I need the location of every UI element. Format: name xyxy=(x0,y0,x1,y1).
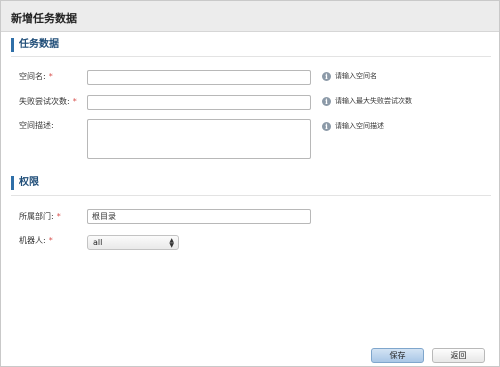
section-title-permission: 权限 xyxy=(11,176,39,190)
max-failures-hint: i 请输入最大失败尝试次数 xyxy=(322,96,412,106)
robot-select-value: all xyxy=(93,238,103,247)
dialog-frame: 新增任务数据 任务数据 空间名: * i 请输入空间名 失败尝试次数: * i 请输入最… xyxy=(0,0,500,367)
section-divider xyxy=(11,195,491,196)
info-icon: i xyxy=(322,72,331,81)
dialog-title: 新增任务数据 xyxy=(11,12,77,25)
space-desc-textarea[interactable] xyxy=(87,119,311,159)
space-name-input[interactable] xyxy=(87,70,311,85)
space-name-hint: i 请输入空间名 xyxy=(322,71,377,81)
department-label: 所属部门: * xyxy=(19,212,61,221)
space-desc-label: 空间描述: xyxy=(19,121,54,130)
required-marker: * xyxy=(48,236,53,245)
robot-select[interactable]: all ▲ ▼ xyxy=(87,235,179,250)
max-failures-input[interactable] xyxy=(87,95,311,110)
required-marker: * xyxy=(56,212,61,221)
back-button[interactable]: 返回 xyxy=(432,348,485,363)
info-icon: i xyxy=(322,122,331,131)
dialog-header: 新增任务数据 xyxy=(1,1,499,32)
section-title-task: 任务数据 xyxy=(11,38,59,52)
save-button[interactable]: 保存 xyxy=(371,348,424,363)
info-icon: i xyxy=(322,97,331,106)
space-name-label: 空间名: * xyxy=(19,72,53,81)
max-failures-label: 失败尝试次数: * xyxy=(19,97,77,106)
space-desc-hint: i 请输入空间描述 xyxy=(322,121,384,131)
section-divider xyxy=(11,56,491,57)
required-marker: * xyxy=(72,97,77,106)
chevron-updown-icon: ▲ ▼ xyxy=(169,237,174,249)
department-input[interactable] xyxy=(87,209,311,224)
required-marker: * xyxy=(48,72,53,81)
robot-label: 机器人: * xyxy=(19,236,53,245)
